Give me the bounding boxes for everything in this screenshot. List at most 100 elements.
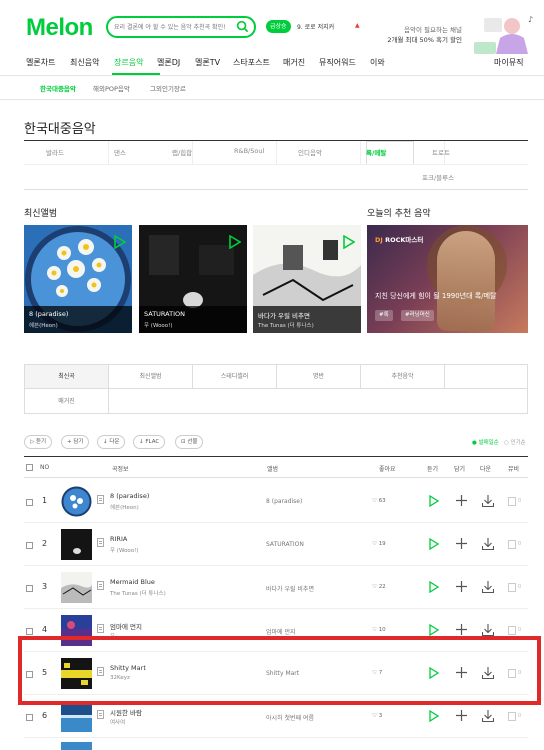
album-card[interactable]: 바다가 우릴 비추면 The Tunas (더 튜나스) [253, 225, 361, 333]
song-title[interactable]: RIRIA [110, 535, 127, 543]
play-icon[interactable] [429, 538, 439, 550]
tag-running[interactable]: #러닝머신 [401, 310, 434, 321]
song-title[interactable]: 8 (paradise) [110, 492, 149, 500]
play-icon[interactable] [429, 495, 439, 507]
tab-new-albums[interactable]: 최신앨범 [109, 365, 193, 389]
table-row[interactable]: 1 8 (paradise) 헤븐(Heon) 8 (paradise) ♡ 6… [24, 480, 528, 523]
table-row[interactable]: 3 Mermaid Blue The Tunas (더 튜나스) 바다가 우릴 … [24, 566, 528, 609]
add-icon[interactable] [456, 624, 467, 635]
tab-steady-seller[interactable]: 스테디셀러 [193, 365, 277, 389]
row-checkbox[interactable] [26, 585, 33, 592]
play-icon[interactable] [429, 581, 439, 593]
nav-magazine[interactable]: 매거진 [283, 57, 305, 68]
add-button[interactable]: + 담기 [61, 435, 90, 449]
download-icon[interactable] [482, 710, 494, 722]
genre-rnb[interactable]: R&B/Soul [234, 147, 264, 155]
add-icon[interactable] [456, 581, 467, 592]
nav-dj[interactable]: 멜론DJ [157, 57, 180, 68]
nav-tv[interactable]: 멜론TV [195, 57, 220, 68]
album-card[interactable]: 8 (paradise) 헤븐(Heon) [24, 225, 132, 333]
genre-trot[interactable]: 트로트 [432, 147, 450, 157]
song-artist[interactable]: 여사여 [110, 718, 125, 726]
listen-button[interactable]: ▷ 듣기 [24, 435, 53, 449]
search-icon[interactable] [236, 20, 249, 33]
download-button[interactable]: ↓ 다운 [97, 435, 126, 449]
mv-icon[interactable] [508, 712, 516, 721]
tag-rock[interactable]: #록 [375, 310, 393, 321]
select-all-checkbox[interactable] [26, 464, 33, 471]
like-button[interactable]: ♡ 19 [372, 541, 386, 547]
album-card[interactable]: SATURATION 우 (Wooo!) [139, 225, 247, 333]
add-icon[interactable] [456, 495, 467, 506]
play-icon[interactable] [343, 235, 355, 249]
download-icon[interactable] [482, 538, 494, 550]
song-album[interactable]: SATURATION [266, 541, 304, 548]
nav-genre[interactable]: 장르음악 [114, 57, 143, 68]
play-icon[interactable] [114, 235, 126, 249]
song-title[interactable]: Mermaid Blue [110, 578, 155, 586]
gift-button[interactable]: ⊡ 선물 [175, 435, 204, 449]
subnav-pop[interactable]: 해외POP음악 [93, 83, 130, 93]
song-album[interactable]: 아시히 첫번째 여름 [266, 713, 314, 722]
genre-ballad[interactable]: 발라드 [46, 147, 64, 157]
mv-icon[interactable] [508, 626, 516, 635]
flac-button[interactable]: ↓ FLAC [133, 435, 166, 449]
genre-dance[interactable]: 댄스 [114, 147, 126, 157]
download-icon[interactable] [482, 495, 494, 507]
nav-chart[interactable]: 멜론차트 [26, 57, 55, 68]
like-button[interactable]: ♡ 22 [372, 584, 386, 590]
hot-keyword-link[interactable]: 9. 로로 저지커 [297, 22, 334, 31]
search-input[interactable] [114, 21, 234, 33]
song-info-icon[interactable] [97, 495, 104, 504]
mv-icon[interactable] [508, 540, 516, 549]
subnav-other-genres[interactable]: 그외인기장르 [150, 83, 186, 93]
song-thumbnail[interactable] [61, 572, 92, 603]
like-button[interactable]: ♡ 63 [372, 498, 386, 504]
song-album[interactable]: 바다가 우릴 비추면 [266, 584, 314, 593]
row-checkbox[interactable] [26, 499, 33, 506]
recommended-card[interactable]: DJ ROCK마스터 지친 당신에게 힘이 될 1990년대 록/메탈 #록 #… [367, 225, 528, 333]
nav-new-music[interactable]: 최신음악 [70, 57, 99, 68]
tab-masterpiece[interactable]: 명반 [277, 365, 361, 389]
genre-hiphop[interactable]: 랩/힙합 [172, 147, 192, 157]
download-icon[interactable] [482, 624, 494, 636]
song-info-icon[interactable] [97, 538, 104, 547]
song-album[interactable]: 8 (paradise) [266, 498, 302, 505]
song-artist[interactable]: The Tunas (더 튜나스) [110, 589, 166, 597]
genre-folk[interactable]: 포크/블루스 [422, 172, 454, 182]
genre-rock[interactable]: 록/메탈 [366, 147, 386, 157]
song-title[interactable]: 엄마에 먼지 [110, 621, 142, 631]
play-icon[interactable] [429, 710, 439, 722]
song-artist[interactable]: 우 (Wooo!) [110, 546, 139, 554]
tab-recommend[interactable]: 추천음악 [361, 365, 445, 389]
row-checkbox[interactable] [26, 628, 33, 635]
song-thumbnail[interactable] [61, 701, 92, 732]
song-info-icon[interactable] [97, 624, 104, 633]
song-title[interactable]: 시원한 바람 [110, 707, 142, 717]
subnav-kpop[interactable]: 한국대중음악 [40, 83, 76, 93]
nav-music-award[interactable]: 뮤직어워드 [319, 57, 356, 68]
song-info-icon[interactable] [97, 710, 104, 719]
song-thumbnail[interactable] [61, 529, 92, 560]
like-button[interactable]: ♡ 3 [372, 713, 382, 719]
song-album[interactable]: 엄마에 먼지 [266, 627, 296, 636]
sort-release-date[interactable]: ● 발매일순 [472, 438, 499, 446]
like-button[interactable]: ♡ 10 [372, 627, 386, 633]
nav-extra[interactable]: 이와 [370, 57, 385, 68]
tab-magazine[interactable]: 매거진 [25, 389, 109, 414]
genre-indie[interactable]: 인디음악 [298, 147, 322, 157]
add-icon[interactable] [456, 538, 467, 549]
play-icon[interactable] [429, 624, 439, 636]
song-thumbnail[interactable] [61, 486, 92, 517]
nav-starpost[interactable]: 스타포스트 [233, 57, 270, 68]
song-info-icon[interactable] [97, 581, 104, 590]
row-checkbox[interactable] [26, 542, 33, 549]
search-box[interactable] [106, 16, 256, 38]
mv-icon[interactable] [508, 583, 516, 592]
song-artist[interactable]: 헤븐(Heon) [110, 503, 139, 511]
melon-logo[interactable]: Melon [26, 14, 93, 42]
sort-popularity[interactable]: ○ 인기순 [504, 438, 526, 446]
tab-new-songs[interactable]: 최신곡 [25, 365, 109, 389]
table-row[interactable]: 2 RIRIA 우 (Wooo!) SATURATION ♡ 19 0 [24, 523, 528, 566]
add-icon[interactable] [456, 710, 467, 721]
